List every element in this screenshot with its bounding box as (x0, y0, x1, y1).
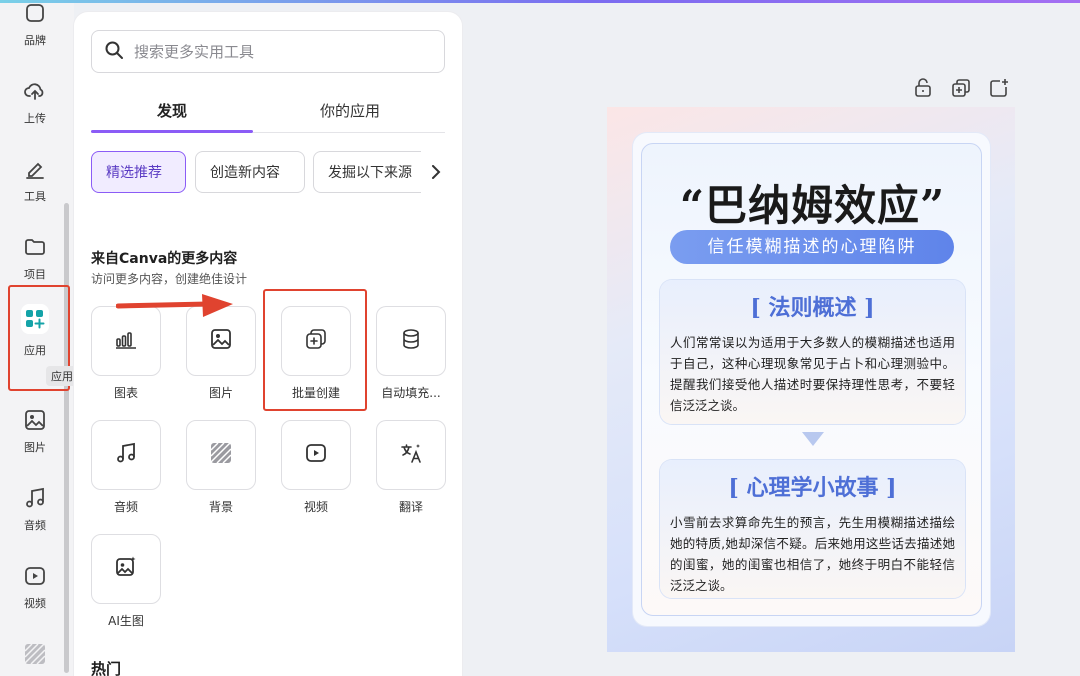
rail-label: 视频 (24, 597, 46, 610)
design-block-rule: [ 法则概述 ] 人们常常误以为适用于大多数人的模糊描述也适用于自己，这种心理现… (660, 280, 965, 424)
annotation-arrow (116, 294, 233, 317)
rail-label: 项目 (24, 268, 46, 281)
rail-item-audio[interactable]: 音频 (0, 474, 70, 544)
app-tile (376, 306, 446, 376)
add-page-icon[interactable] (988, 77, 1010, 99)
chevron-right-icon[interactable] (426, 162, 446, 182)
top-progress-line (0, 0, 1080, 3)
rail-item-video[interactable]: 视频 (0, 552, 70, 622)
tab-discover[interactable]: 发现 (91, 100, 253, 130)
chip-discover-sources[interactable]: 发掘以下来源 (313, 151, 421, 193)
translate-icon (399, 441, 423, 469)
bar-chart-icon (114, 327, 138, 355)
music-note-icon (114, 441, 138, 469)
app-tile (91, 420, 161, 490)
video-play-icon (21, 562, 49, 590)
app-tile (281, 420, 351, 490)
design-card: “巴纳姆效应” 信任模糊描述的心理陷阱 [ 法则概述 ] 人们常常误以为适用于大… (633, 133, 990, 626)
chip-featured[interactable]: 精选推荐 (91, 151, 186, 193)
section-subtitle: 访问更多内容，创建绝佳设计 (91, 272, 248, 286)
rail-label: 品牌 (24, 34, 46, 47)
app-audio[interactable]: 音频 (91, 420, 161, 515)
app-tile (186, 420, 256, 490)
rail-item-projects[interactable]: 项目 (0, 223, 70, 293)
brand-icon (21, 0, 49, 27)
video-play-icon (304, 441, 328, 469)
image-icon (209, 327, 233, 355)
duplicate-icon[interactable] (950, 77, 972, 99)
app-label: 翻译 (398, 500, 423, 514)
app-ai-image[interactable]: AI生图 (91, 534, 161, 629)
app-label: 背景 (208, 500, 233, 514)
block-title: [ 法则概述 ] (750, 295, 875, 321)
pattern-icon (210, 442, 232, 468)
rail-item-brand[interactable]: 品牌 (0, 0, 70, 59)
tab-divider (253, 132, 445, 133)
rail-label: 上传 (24, 112, 46, 125)
lock-icon[interactable] (912, 77, 934, 99)
section-title: 来自Canva的更多内容 (91, 251, 238, 267)
app-label: 视频 (303, 500, 328, 514)
app-autofill[interactable]: 自动填充... (376, 306, 446, 401)
design-headline: “巴纳姆效应” (679, 181, 946, 230)
app-tile (91, 534, 161, 604)
design-block-story: [ 心理学小故事 ] 小雪前去求算命先生的预言，先生用模糊描述描绘她的特质,她却… (660, 460, 965, 598)
app-video[interactable]: 视频 (281, 420, 351, 515)
ai-image-icon (114, 555, 138, 583)
music-note-icon (21, 484, 49, 512)
down-triangle-icon (802, 432, 824, 446)
search-icon (104, 40, 124, 64)
rail-item-tools[interactable]: 工具 (0, 145, 70, 215)
rail-item-background[interactable] (0, 630, 70, 676)
block-title: [ 心理学小故事 ] (728, 475, 897, 501)
design-subtitle-pill: 信任模糊描述的心理陷阱 (670, 230, 954, 264)
image-icon (21, 406, 49, 434)
design-canvas[interactable]: “巴纳姆效应” 信任模糊描述的心理陷阱 [ 法则概述 ] 人们常常误以为适用于大… (607, 107, 1015, 652)
search-box[interactable] (91, 30, 445, 73)
cloud-upload-icon (21, 77, 49, 105)
design-card-inner: “巴纳姆效应” 信任模糊描述的心理陷阱 [ 法则概述 ] 人们常常误以为适用于大… (641, 143, 982, 616)
block-text: 人们常常误以为适用于大多数人的模糊描述也适用于自己，这种心理现象常见于占卜和心理… (670, 335, 955, 413)
app-label: 图表 (113, 386, 138, 400)
pen-tool-icon (21, 155, 49, 183)
pattern-icon (21, 640, 49, 668)
apps-panel: 发现 你的应用 精选推荐 创造新内容 发掘以下来源 来自Canva的更多内容 访… (74, 12, 462, 676)
rail-item-upload[interactable]: 上传 (0, 67, 70, 137)
app-label: 音频 (113, 500, 138, 514)
chip-create-new[interactable]: 创造新内容 (195, 151, 305, 193)
rail-scrollbar[interactable] (64, 203, 69, 673)
block-text: 小雪前去求算命先生的预言，先生用模糊描述描绘她的特质,她却深信不疑。后来她用这些… (670, 515, 955, 593)
tab-active-underline (91, 130, 253, 133)
app-label: 图片 (208, 386, 233, 400)
hot-section-title: 热门 (91, 660, 122, 676)
rail-label: 工具 (24, 190, 46, 203)
rail-label: 音频 (24, 519, 46, 532)
folder-icon (21, 233, 49, 261)
rail-label: 图片 (24, 441, 46, 454)
app-background[interactable]: 背景 (186, 420, 256, 515)
search-input[interactable] (134, 42, 424, 61)
bulk-create-highlight-box (263, 289, 367, 411)
app-translate[interactable]: 翻译 (376, 420, 446, 515)
rail-item-images[interactable]: 图片 (0, 396, 70, 466)
app-label: AI生图 (108, 614, 144, 628)
database-icon (399, 327, 423, 355)
app-label: 自动填充... (381, 386, 441, 400)
tab-your-apps[interactable]: 你的应用 (269, 100, 431, 130)
app-tile (376, 420, 446, 490)
